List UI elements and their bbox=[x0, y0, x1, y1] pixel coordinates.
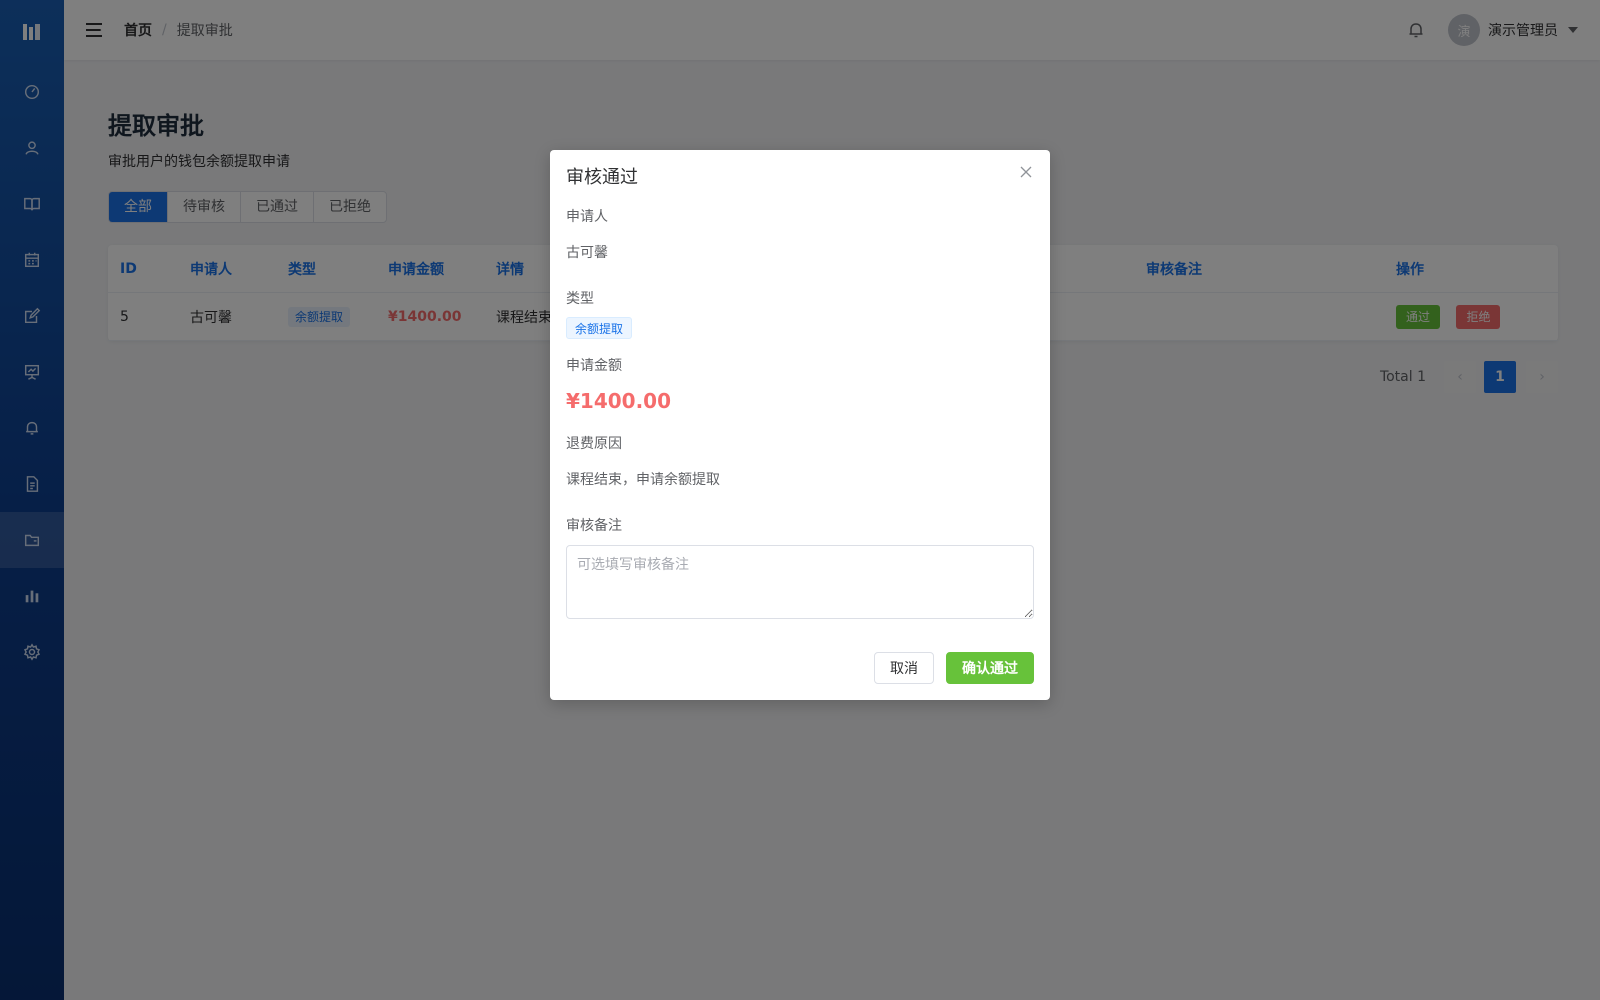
remark-label: 审核备注 bbox=[566, 518, 622, 534]
amount-value: ¥1400.00 bbox=[566, 389, 672, 413]
applicant-value: 古可馨 bbox=[566, 245, 608, 261]
reason-value: 课程结束，申请余额提取 bbox=[566, 472, 720, 488]
amount-label: 申请金额 bbox=[566, 358, 622, 374]
dialog-title: 审核通过 bbox=[566, 167, 638, 188]
confirm-approve-button[interactable]: 确认通过 bbox=[946, 652, 1034, 684]
type-label: 类型 bbox=[566, 291, 594, 307]
type-value-wrap: 余额提取 bbox=[566, 317, 1034, 339]
approve-dialog: 审核通过 申请人 古可馨 类型 余额提取 申请金额 ¥1400.00 退费原因 … bbox=[550, 150, 1050, 700]
reason-label: 退费原因 bbox=[566, 436, 622, 452]
type-tag: 余额提取 bbox=[566, 317, 633, 339]
applicant-label: 申请人 bbox=[566, 209, 608, 225]
close-icon[interactable] bbox=[1018, 164, 1034, 180]
cancel-button[interactable]: 取消 bbox=[874, 652, 934, 684]
dialog-footer: 取消 确认通过 bbox=[874, 652, 1034, 684]
remark-textarea[interactable] bbox=[566, 545, 1034, 619]
